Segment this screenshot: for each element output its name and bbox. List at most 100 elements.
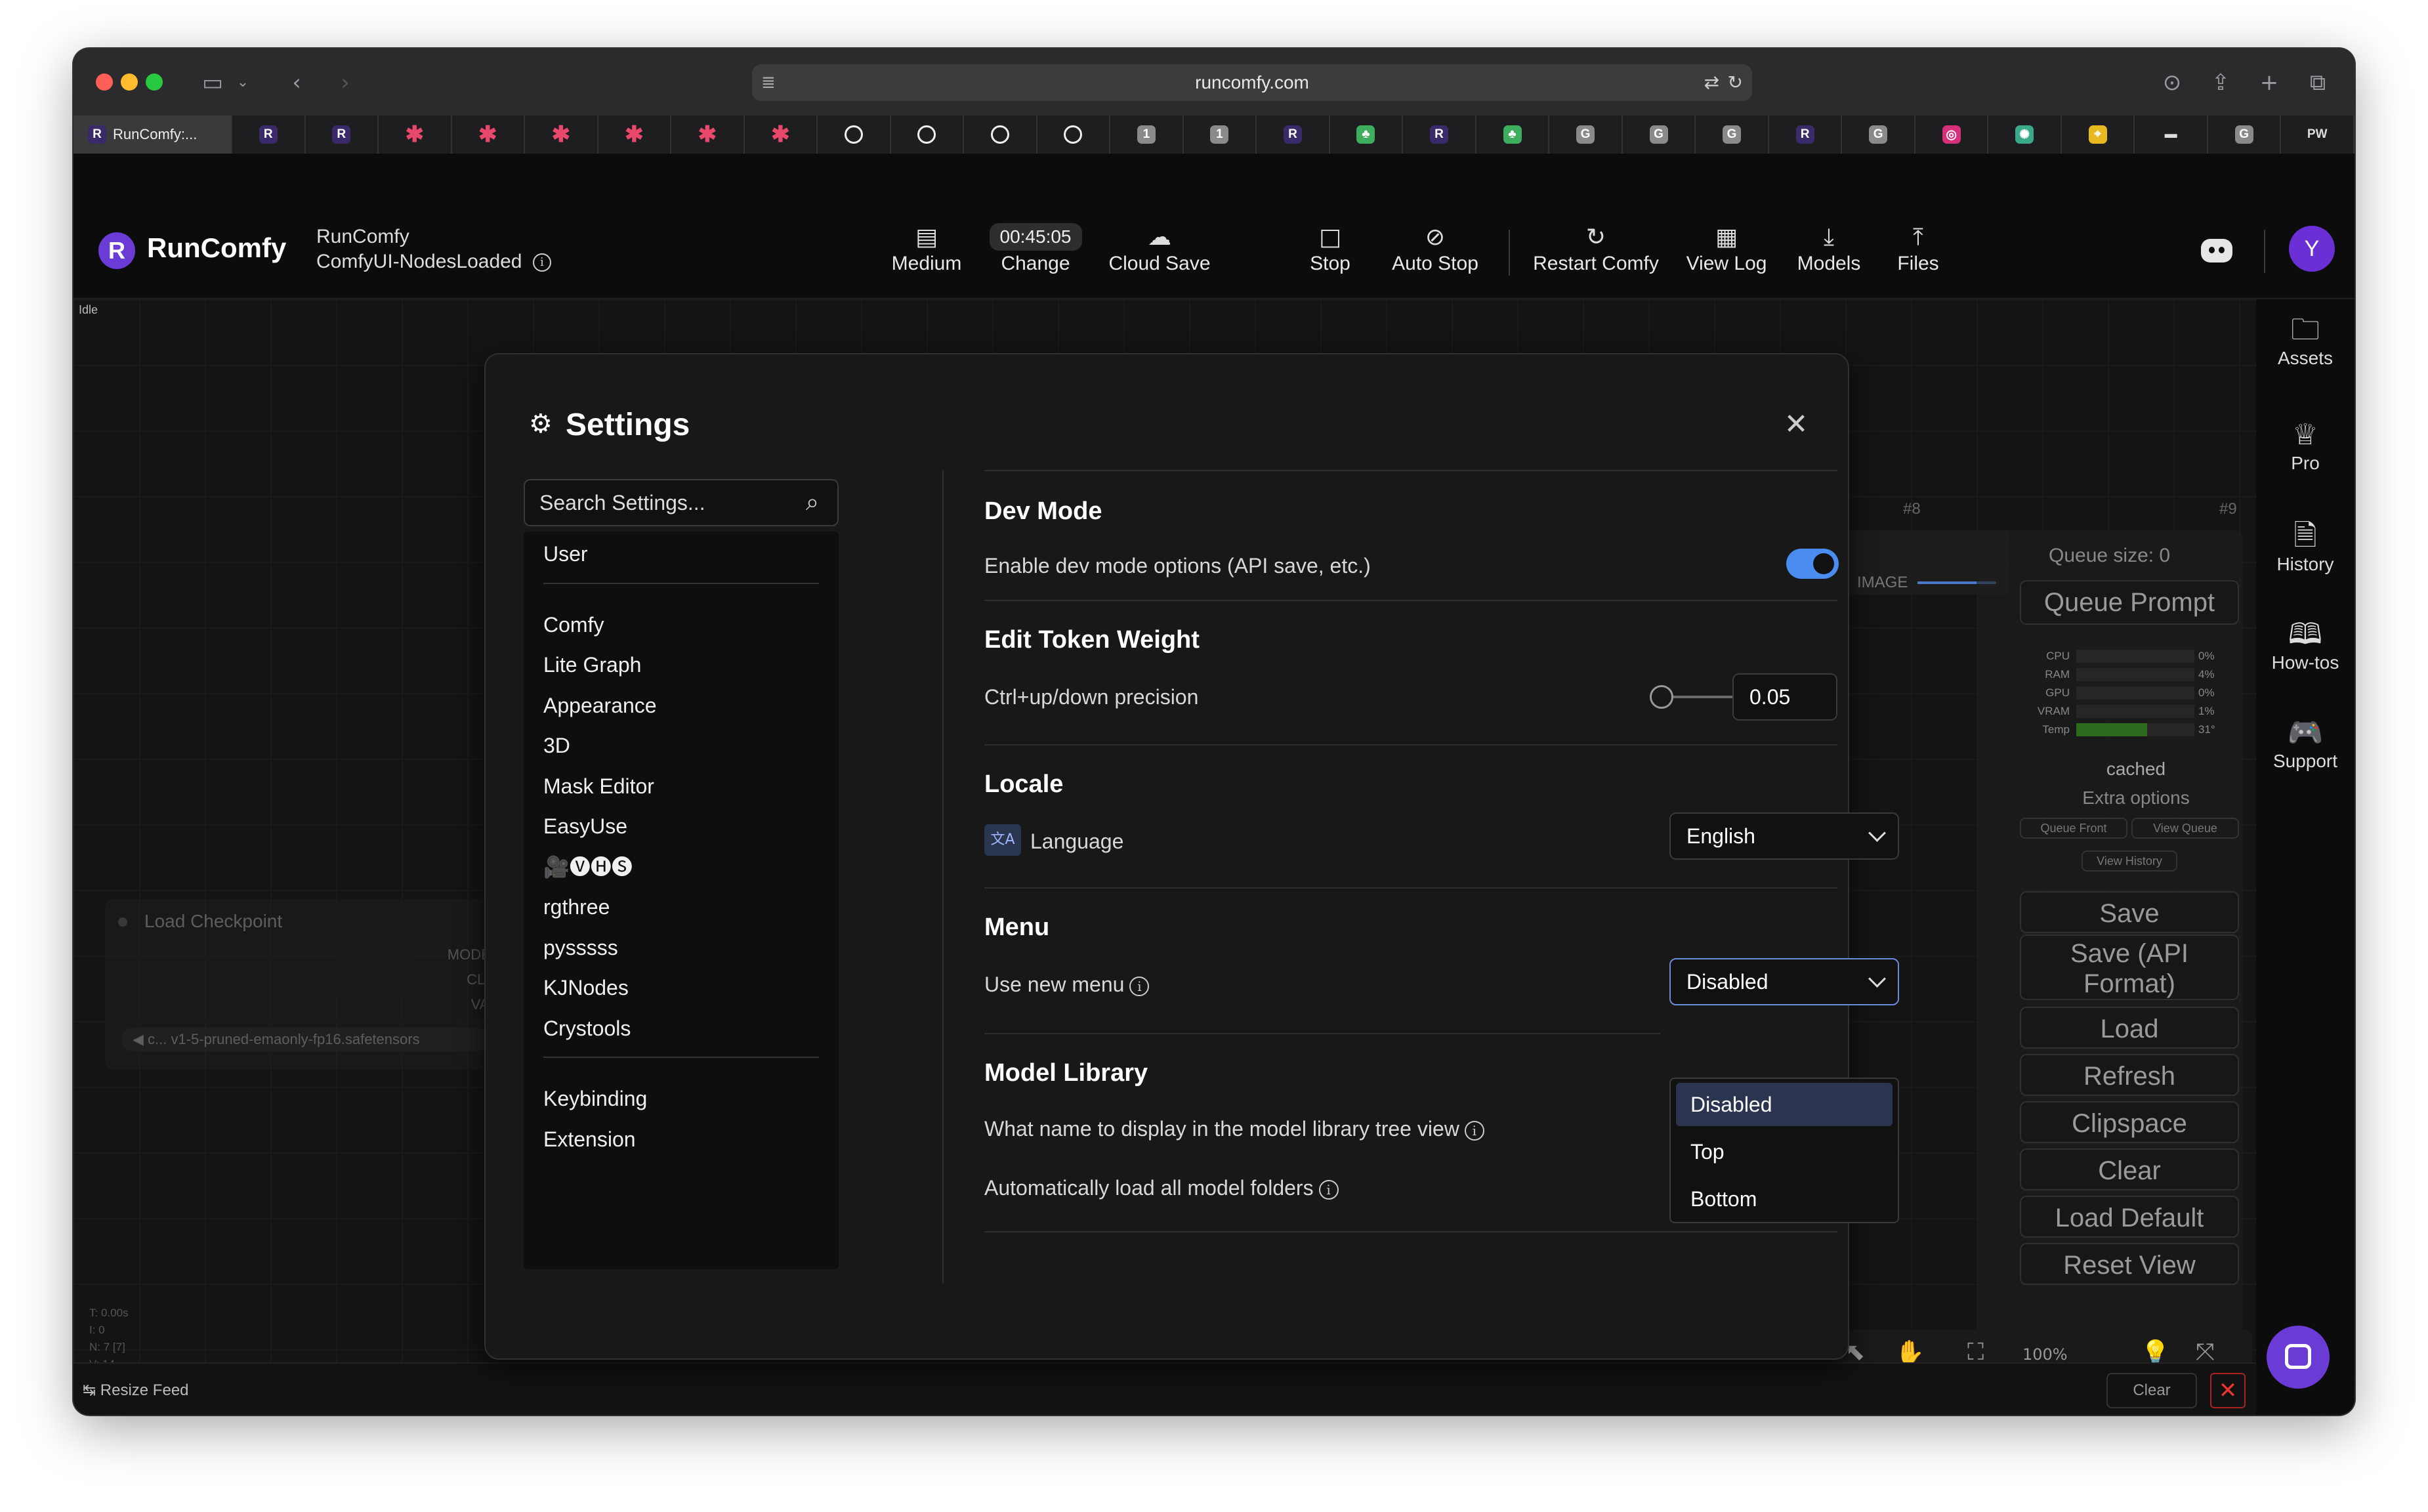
settings-category[interactable]: pysssss [543,932,618,963]
models-button[interactable]: ⤓ Models [1786,223,1872,276]
user-avatar[interactable]: Y [2289,226,2335,272]
cloud-save-button[interactable]: ☁ Cloud Save [1097,223,1222,276]
browser-tab[interactable]: ✱ [525,116,598,154]
node-collapse-dot[interactable] [118,917,127,927]
change-button[interactable]: 00:45:05 Change [970,223,1101,276]
precision-input[interactable]: 0.05 [1732,673,1837,721]
queue-action-button[interactable]: Refresh [2020,1054,2239,1096]
extra-options-label[interactable]: Extra options [2033,788,2239,808]
browser-tab[interactable]: G [1842,116,1915,154]
settings-category[interactable]: Comfy [543,609,604,640]
support-button[interactable]: 🎮 Support [2256,715,2355,772]
queue-prompt-button[interactable]: Queue Prompt [2020,580,2239,625]
browser-tab[interactable]: R [232,116,306,154]
resize-feed-button[interactable]: ↹ Resize Feed [83,1381,189,1400]
search-settings-input[interactable]: Search Settings... ⌕ [524,479,839,526]
reload-icon[interactable]: ↻ [1728,71,1743,94]
menu-option[interactable]: Top [1676,1130,1893,1173]
browser-tab[interactable] [964,116,1037,154]
browser-tab[interactable]: R [306,116,379,154]
browser-tab[interactable]: ✺ [1988,116,2062,154]
medium-button[interactable]: ▤ Medium [881,223,973,276]
translate-icon[interactable]: ⇄ [1704,71,1719,94]
settings-category[interactable]: User [543,538,588,570]
restart-comfy-button[interactable]: ↻ Restart Comfy [1524,223,1668,276]
address-bar[interactable]: ≣ runcomfy.com ⇄ ↻ [752,64,1752,101]
browser-tab[interactable]: ▬ [2135,116,2208,154]
menu-option[interactable]: Bottom [1676,1177,1893,1221]
zoom-window-button[interactable] [146,74,163,91]
chevron-down-icon[interactable]: ⌄ [228,68,257,97]
view-log-button[interactable]: ▦ View Log [1677,223,1776,276]
queue-action-button[interactable]: Load [2020,1007,2239,1049]
clear-feed-button[interactable]: Clear [2106,1373,2197,1408]
queue-front-button[interactable]: Queue Front [2020,818,2127,839]
queue-action-button[interactable]: Reset View [2020,1243,2239,1285]
chat-icon[interactable] [2267,1326,2330,1389]
browser-tab[interactable]: G [1623,116,1696,154]
browser-tab[interactable]: PW [2281,116,2355,154]
browser-tab[interactable] [818,116,891,154]
settings-category[interactable]: 🎥🅥🅗🅢 [543,851,633,883]
precision-slider-handle[interactable] [1650,685,1673,709]
forward-icon[interactable]: › [331,68,360,97]
browser-tab[interactable]: ♣ [1476,116,1550,154]
menu-option[interactable]: Disabled [1676,1083,1893,1126]
info-icon[interactable]: i [1129,976,1150,996]
info-icon[interactable]: i [1318,1179,1339,1200]
browser-tab[interactable]: ✱ [379,116,452,154]
auto-stop-button[interactable]: ⊘ Auto Stop [1379,223,1491,276]
queue-action-button[interactable]: Save (API Format) [2020,934,2239,1000]
browser-tab[interactable]: G [1549,116,1623,154]
browser-tab[interactable]: 1 [1184,116,1257,154]
use-new-menu-select[interactable]: Disabled [1669,958,1899,1005]
settings-category[interactable]: rgthree [543,891,610,923]
view-history-button[interactable]: View History [2082,850,2177,872]
browser-tab[interactable]: R [1769,116,1843,154]
dev-mode-toggle[interactable] [1786,549,1839,579]
settings-category[interactable]: Extension [543,1124,636,1155]
info-icon[interactable]: i [1464,1120,1484,1141]
browser-tab[interactable]: ✱ [671,116,745,154]
browser-tab[interactable]: ◎ [1915,116,1989,154]
info-icon[interactable]: i [532,253,551,272]
tab-overview-icon[interactable]: ⧉ [2303,68,2332,97]
queue-action-button[interactable]: Clear [2020,1148,2239,1190]
howtos-button[interactable]: 🕮 How-tos [2256,617,2355,673]
browser-tab[interactable] [891,116,965,154]
settings-category[interactable]: EasyUse [543,810,627,842]
close-icon[interactable]: ✕ [1780,408,1812,441]
browser-tab[interactable]: R [1403,116,1476,154]
new-tab-icon[interactable]: + [2255,68,2284,97]
browser-tab[interactable]: G [1696,116,1769,154]
discord-icon[interactable] [2201,239,2232,262]
files-button[interactable]: ⤒ Files [1882,223,1954,276]
ckpt-name-widget[interactable]: ◀ c... v1-5-pruned-emaonly-fp16.safetens… [121,1028,488,1051]
queue-action-button[interactable]: Save [2020,891,2239,933]
settings-category[interactable]: Mask Editor [543,770,654,802]
pro-button[interactable]: ♕ Pro [2256,417,2355,474]
sidebar-icon[interactable]: ▭ [198,68,227,97]
queue-action-button[interactable]: Clipspace [2020,1101,2239,1143]
settings-category[interactable]: Lite Graph [543,649,641,681]
settings-category[interactable]: KJNodes [543,972,629,1003]
close-window-button[interactable] [96,74,113,91]
browser-tab[interactable] [1037,116,1111,154]
downloads-icon[interactable]: ⊙ [2158,68,2187,97]
stop-button[interactable]: □ Stop [1301,223,1360,276]
browser-tab[interactable]: ✱ [745,116,818,154]
browser-tab[interactable]: 1 [1110,116,1184,154]
load-checkpoint-node[interactable]: Load Checkpoint MODEL CLIP VAE ◀ c... v1… [105,899,499,1070]
settings-category[interactable]: Keybinding [543,1083,647,1114]
share-icon[interactable]: ⇪ [2206,68,2235,97]
browser-tab[interactable]: G [2208,116,2282,154]
browser-tab[interactable]: R RunComfy:... [73,116,232,154]
browser-tab[interactable]: ✱ [598,116,672,154]
minimize-window-button[interactable] [121,74,138,91]
back-icon[interactable]: ‹ [282,68,311,97]
browser-tab[interactable]: ✱ [452,116,526,154]
browser-tab[interactable]: ⌖ [2062,116,2135,154]
view-queue-button[interactable]: View Queue [2131,818,2239,839]
assets-button[interactable]: 🗀 Assets [2256,312,2355,369]
close-feed-icon[interactable]: ✕ [2210,1373,2246,1408]
